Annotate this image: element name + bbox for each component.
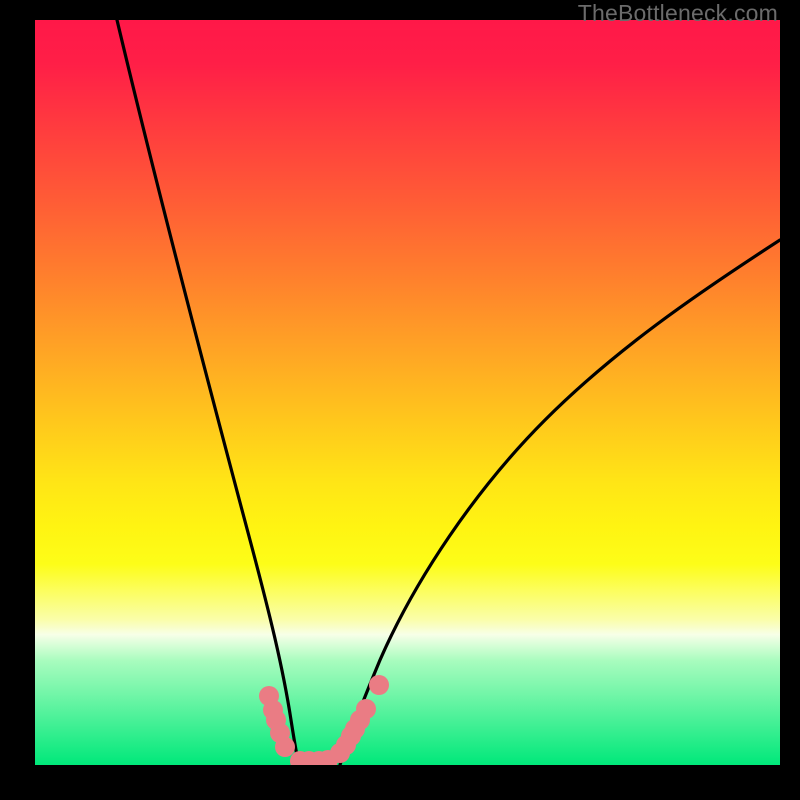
- scatter-point: [369, 675, 389, 695]
- chart-frame: TheBottleneck.com: [0, 0, 800, 800]
- chart-svg: [35, 20, 780, 765]
- scatter-point: [275, 737, 295, 757]
- scatter-point: [356, 699, 376, 719]
- watermark-text: TheBottleneck.com: [578, 0, 778, 27]
- curve-left-branch: [117, 20, 299, 765]
- curve-right-branch: [340, 240, 780, 765]
- plot-area: [35, 20, 780, 765]
